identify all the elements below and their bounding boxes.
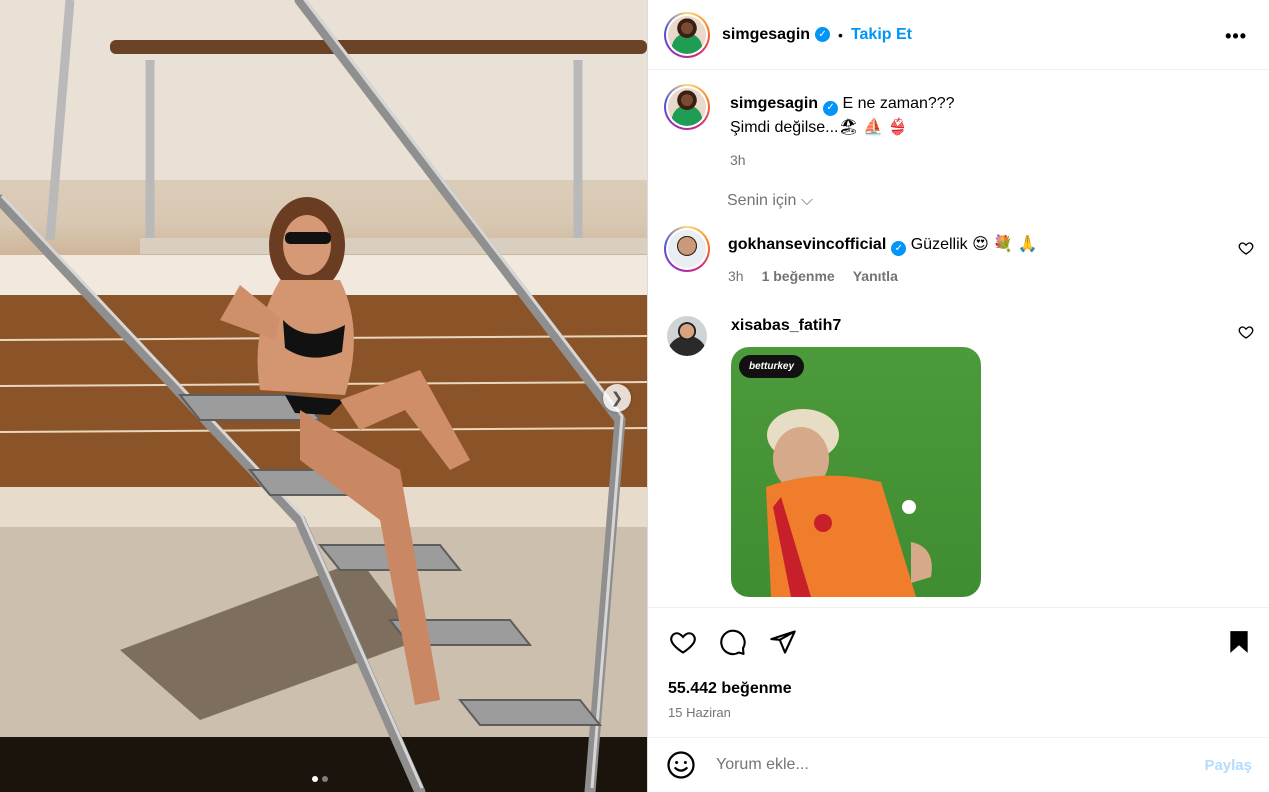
comment-sort-dropdown[interactable]: Senin için ⌵ — [727, 192, 813, 210]
commenter-username[interactable]: gokhansevincofficial — [728, 236, 886, 253]
author-username[interactable]: simgesagin — [722, 26, 810, 44]
comment-timestamp[interactable]: 3h — [728, 268, 744, 284]
more-options-icon[interactable]: ••• — [1225, 26, 1247, 47]
comment-input[interactable] — [716, 756, 1205, 774]
caption-text-line1: E ne zaman??? — [842, 95, 955, 112]
commenter-avatar[interactable] — [667, 316, 707, 356]
verified-badge-icon: ✓ — [891, 241, 907, 256]
send-icon[interactable] — [768, 628, 798, 656]
chevron-right-icon: ❯ — [610, 390, 624, 407]
next-photo-button[interactable]: ❯ — [603, 384, 631, 412]
comment-sort-label: Senin için — [727, 192, 797, 209]
post-caption: simgesagin ✓ E ne zaman??? Şimdi değilse.… — [664, 84, 955, 172]
follow-button[interactable]: Takip Et — [851, 26, 912, 44]
post-date[interactable]: 15 Haziran — [668, 705, 731, 720]
carousel-dot-1 — [312, 776, 318, 782]
post-media[interactable]: ❯ — [0, 0, 647, 792]
smiley-icon[interactable] — [666, 750, 696, 780]
caption-author-avatar[interactable] — [664, 84, 710, 130]
post-header: simgesagin ✓ • Takip Et ••• — [648, 0, 1269, 70]
comment-like-heart-icon[interactable] — [1238, 240, 1254, 256]
comment-text: Güzellik 😍 💐 🙏 — [910, 236, 1038, 253]
comment-like-heart-icon[interactable] — [1238, 324, 1254, 340]
caption-timestamp[interactable]: 3h — [730, 148, 955, 172]
bookmark-icon — [1230, 631, 1248, 653]
caption-username[interactable]: simgesagin — [730, 95, 818, 112]
post-actions: 55.442 beğenme 15 Haziran — [648, 607, 1269, 737]
commenter-username[interactable]: xisabas_fatih7 — [731, 317, 841, 334]
post-detail-panel: simgesagin ✓ • Takip Et ••• simgesagin ✓ … — [647, 0, 1269, 792]
comment-icon[interactable] — [718, 628, 748, 656]
comment-item: gokhansevincofficial ✓ Güzellik 😍 💐 🙏 3h … — [664, 226, 1254, 284]
author-avatar[interactable] — [664, 11, 710, 58]
post-comment-button[interactable]: Paylaş — [1204, 757, 1252, 774]
gif-frame — [766, 409, 932, 597]
post-photo — [0, 0, 647, 792]
like-count[interactable]: 55.442 beğenme — [668, 680, 792, 698]
caption-text-line2: Şimdi değilse...🏖 ⛵ 👙 — [730, 119, 908, 136]
commenter-avatar[interactable] — [664, 226, 710, 272]
save-button[interactable] — [1226, 628, 1252, 656]
chevron-down-icon: ⌵ — [800, 192, 813, 209]
comment-gif[interactable]: betturkey — [731, 347, 981, 597]
comment-composer: Paylaş — [648, 737, 1269, 792]
heart-icon[interactable] — [668, 628, 698, 656]
separator-dot: • — [838, 26, 843, 43]
verified-badge-icon: ✓ — [815, 27, 831, 42]
comment-item: xisabas_fatih7 betturkey — [664, 312, 1254, 597]
reply-button[interactable]: Yanıtla — [853, 268, 898, 284]
comment-likes-link[interactable]: 1 beğenme — [762, 268, 835, 284]
carousel-indicator — [312, 776, 328, 782]
verified-badge-icon: ✓ — [823, 100, 839, 116]
carousel-dot-2 — [322, 776, 328, 782]
